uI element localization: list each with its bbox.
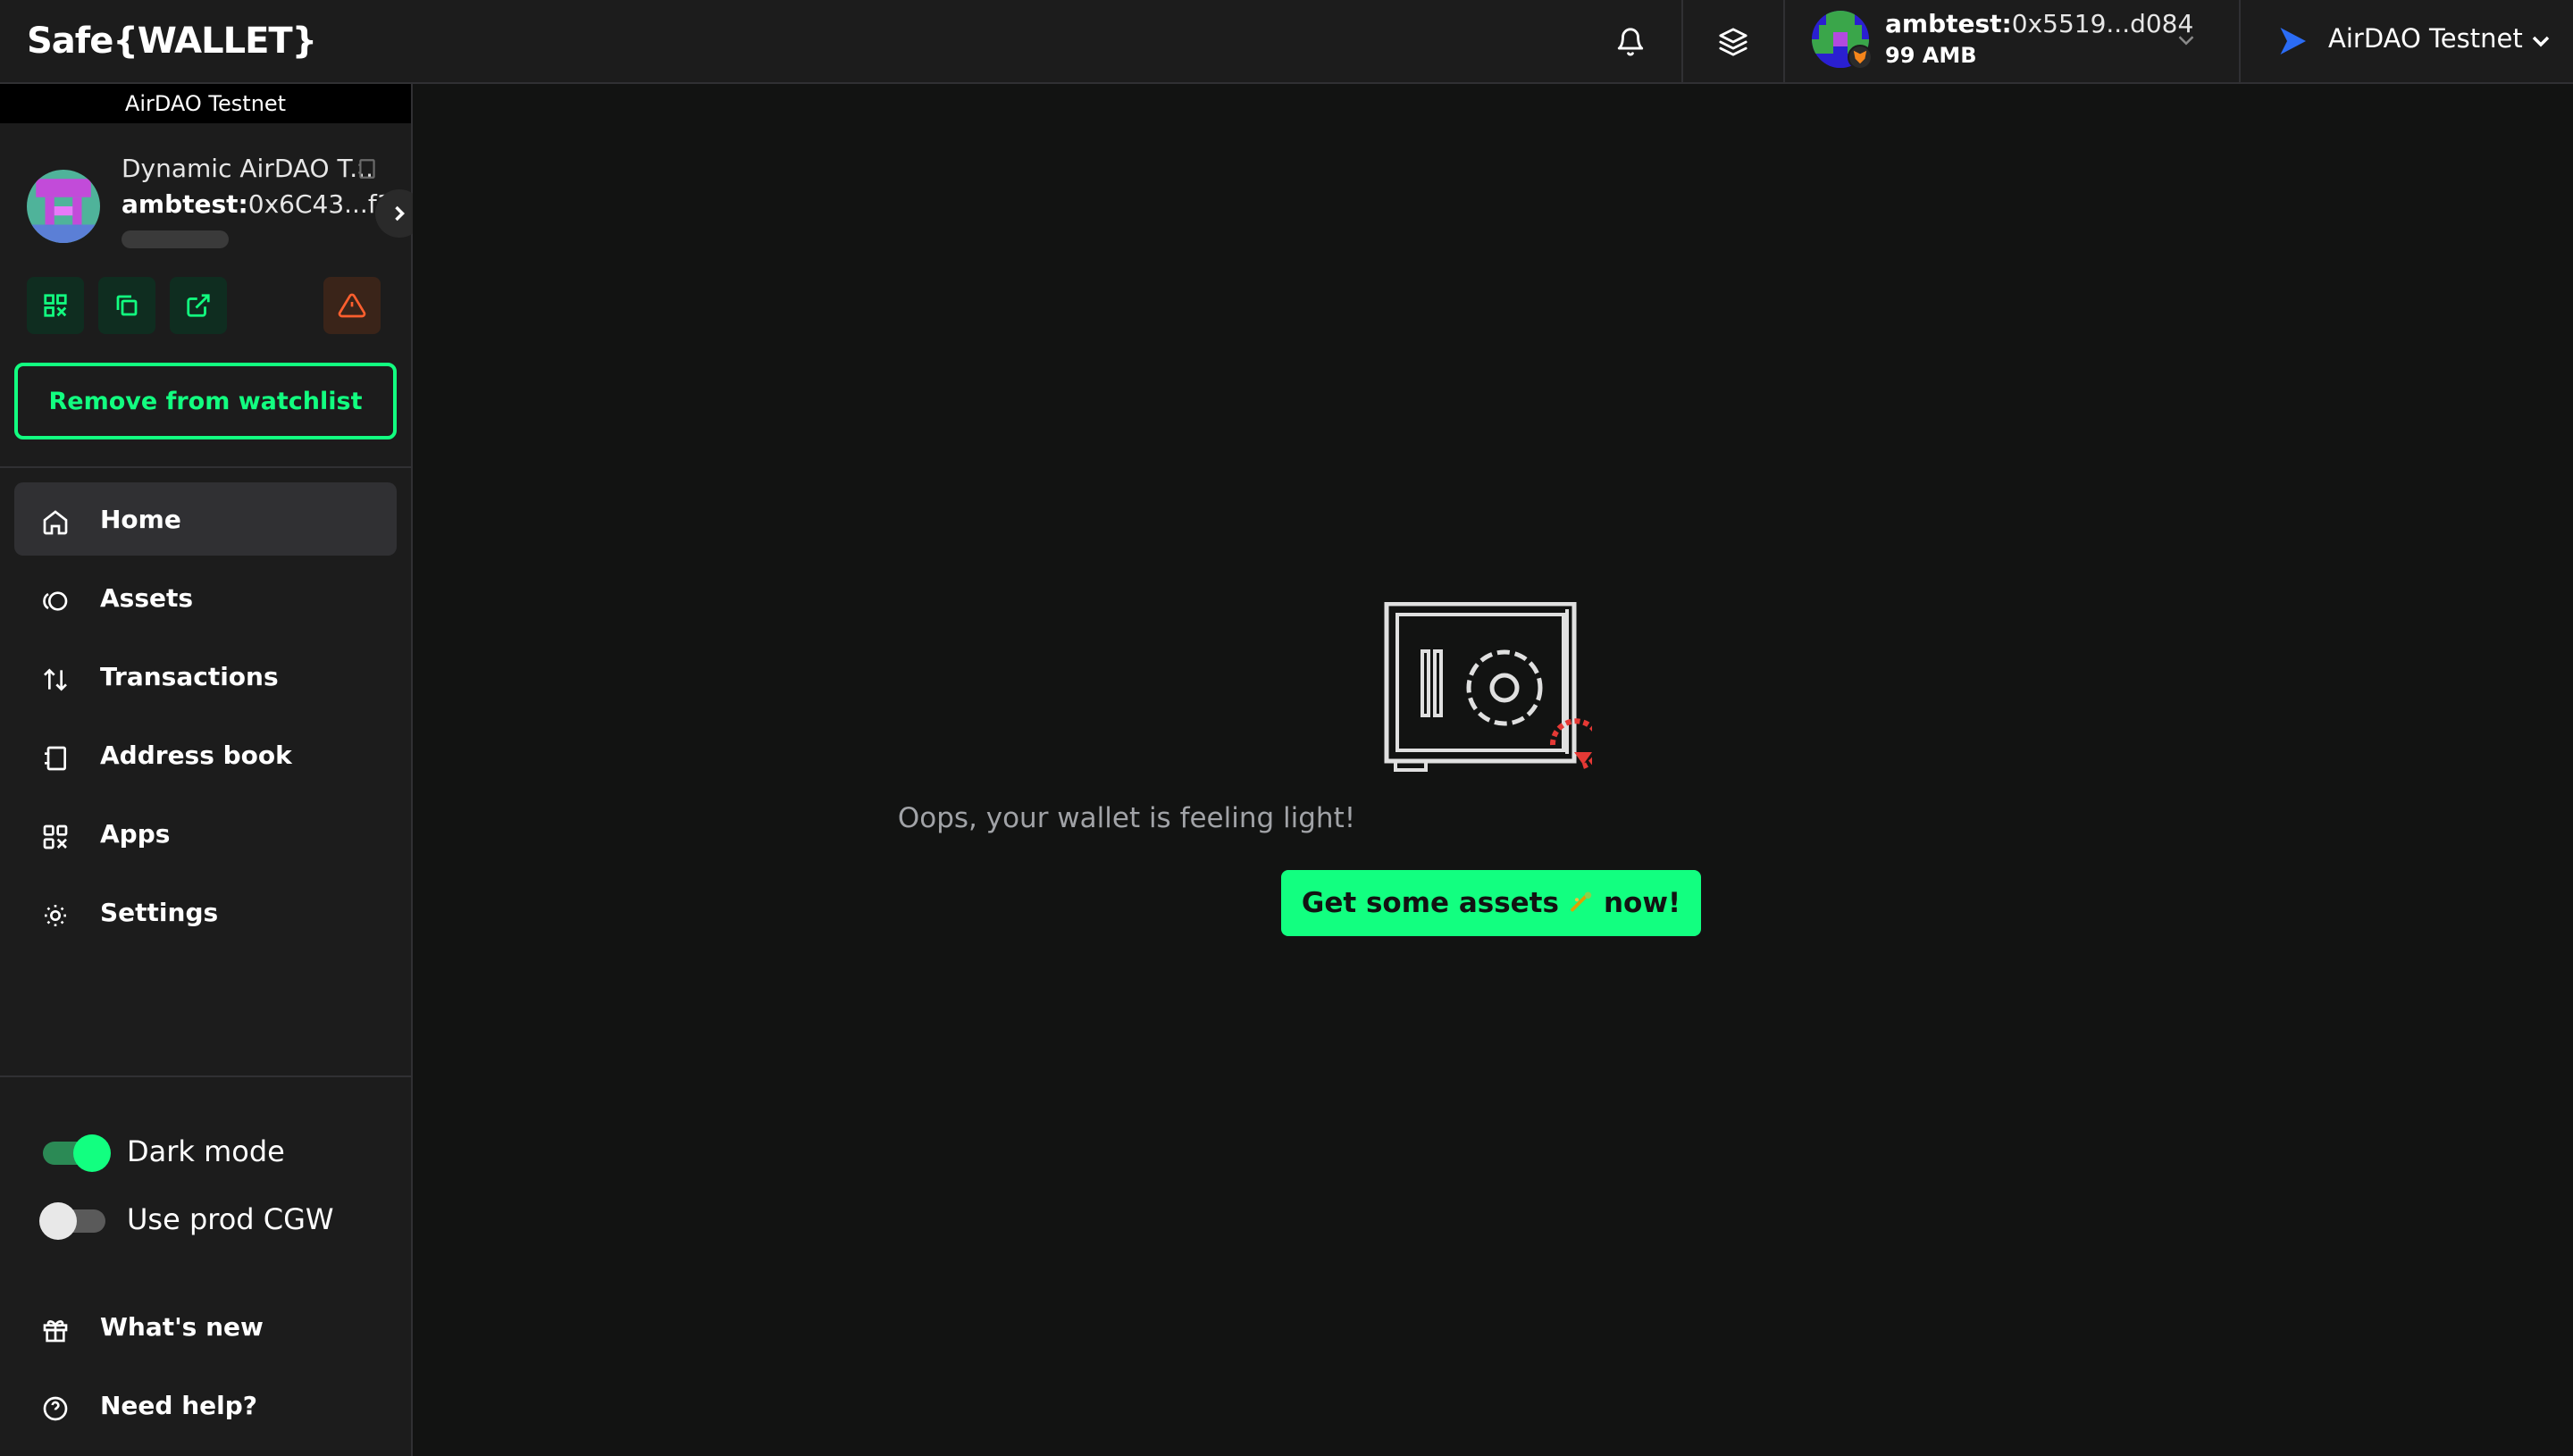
sidebar-divider [0, 466, 411, 468]
sidebar-item-transactions[interactable]: Transactions [14, 640, 397, 713]
gift-icon [43, 1320, 68, 1343]
cta-label-suffix: now! [1603, 887, 1681, 919]
external-link-icon [187, 294, 210, 317]
toggle-knob [73, 1134, 111, 1172]
network-selector[interactable]: AirDAO Testnet [2239, 0, 2573, 84]
airdao-network-icon [2280, 28, 2306, 54]
sparkle-icon [1571, 891, 1592, 912]
sidebar: AirDAO Testnet Dynamic AirDAO T... ambte… [0, 84, 423, 1456]
safe-address: ambtest:0x6C43...f3... [122, 189, 417, 219]
safe-avatar [27, 170, 100, 243]
warning-button[interactable] [323, 277, 381, 334]
bell-icon [1617, 28, 1644, 56]
copy-icon [116, 295, 138, 316]
top-bar: Safe{WALLET} ambtest:0x5519...d084 99 AM… [0, 0, 2573, 84]
sidebar-item-address-book[interactable]: Address book [14, 718, 397, 791]
home-icon [43, 510, 68, 535]
main-content: Oops, your wallet is feeling light! Get … [413, 84, 2573, 1456]
assets-icon [43, 591, 68, 611]
sidebar-item-settings[interactable]: Settings [14, 875, 397, 949]
sidebar-divider [0, 1075, 411, 1077]
dark-mode-label: Dark mode [127, 1134, 285, 1168]
chevron-down-icon [2532, 36, 2550, 47]
open-explorer-button[interactable] [170, 277, 227, 334]
warning-icon [338, 293, 366, 318]
app-root: Safe{WALLET} ambtest:0x5519...d084 99 AM… [0, 0, 2573, 1456]
help-icon [43, 1396, 68, 1421]
get-assets-button[interactable]: Get some assets now! [1281, 870, 1701, 936]
sidebar-item-label: Settings [100, 897, 219, 927]
wallet-balance: 99 AMB [1885, 43, 1977, 68]
address-book-icon[interactable] [356, 157, 379, 180]
empty-safe-illustration [1384, 602, 1592, 772]
sidebar-item-label: Address book [100, 740, 292, 770]
dark-mode-toggle[interactable] [39, 1134, 111, 1172]
network-label: AirDAO Testnet [2328, 23, 2523, 54]
safe-logo[interactable]: Safe{WALLET} [27, 16, 317, 66]
wallet-address: ambtest:0x5519...d084 [1885, 9, 2194, 38]
notifications-button[interactable] [1580, 0, 1681, 84]
safe-balance-loading [122, 230, 229, 248]
connected-wallet[interactable]: ambtest:0x5519...d084 99 AMB [1783, 0, 2239, 84]
whats-new-link[interactable]: What's new [14, 1290, 397, 1363]
sidebar-item-label: Transactions [100, 661, 279, 691]
chevron-right-icon [395, 205, 405, 222]
sidebar-item-label: Home [100, 504, 181, 534]
empty-state-message: Oops, your wallet is feeling light! [897, 802, 1356, 834]
sidebar-item-label: Assets [100, 582, 194, 613]
chevron-down-icon [2178, 36, 2194, 46]
prod-cgw-label: Use prod CGW [127, 1202, 334, 1236]
qr-code-button[interactable] [27, 277, 84, 334]
whats-new-label: What's new [100, 1311, 264, 1342]
settings-icon [45, 905, 66, 926]
copy-address-button[interactable] [98, 277, 155, 334]
prod-cgw-toggle[interactable] [39, 1202, 109, 1240]
qr-code-icon [44, 294, 67, 317]
layers-icon [1719, 28, 1747, 56]
sidebar-item-home[interactable]: Home [14, 482, 397, 556]
transactions-icon [44, 668, 67, 691]
pending-transactions-button[interactable] [1681, 0, 1783, 84]
address-book-icon [45, 746, 66, 771]
safe-name: Dynamic AirDAO T... [122, 154, 373, 183]
remove-from-watchlist-button[interactable]: Remove from watchlist [14, 363, 397, 439]
metamask-icon [1848, 45, 1873, 70]
need-help-link[interactable]: Need help? [14, 1368, 397, 1442]
cta-label-prefix: Get some assets [1301, 887, 1559, 919]
toggle-knob [39, 1202, 77, 1240]
chain-indicator: AirDAO Testnet [0, 84, 411, 123]
need-help-label: Need help? [100, 1390, 258, 1420]
sidebar-item-assets[interactable]: Assets [14, 561, 397, 634]
